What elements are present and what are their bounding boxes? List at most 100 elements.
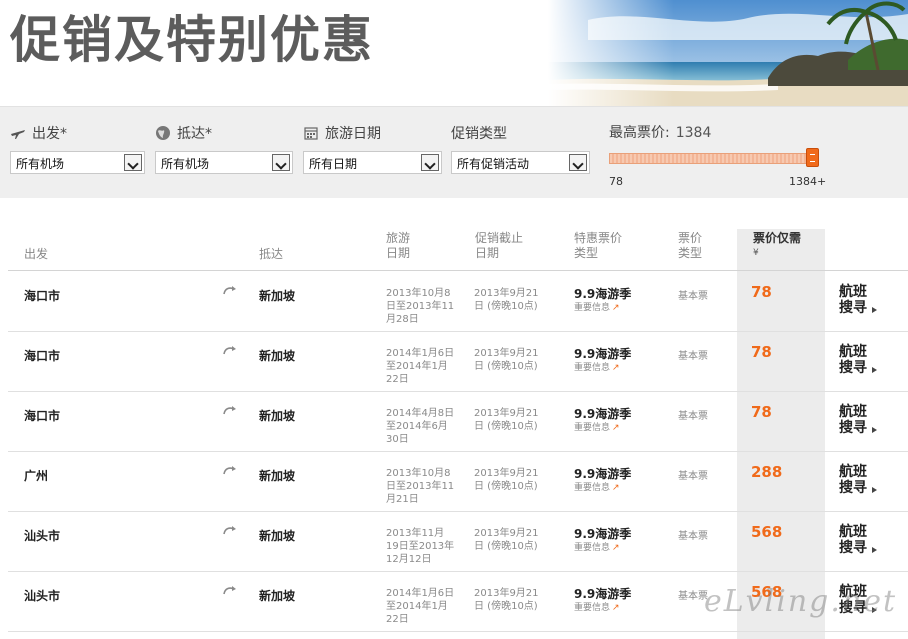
filter-destination-label: 抵达* (177, 126, 212, 142)
row-travel-date: 2013年10月8日至2013年11月28日 (386, 288, 455, 325)
promo-type-select[interactable]: 所有促销活动 (451, 151, 590, 174)
beach-banner-image (548, 0, 908, 106)
promotions-table: 出发 抵达 旅游 日期 促销截止 日期 特惠票价 类型 票价 类型 票价仅需 ¥… (0, 198, 908, 639)
external-arrow-icon: ↗ (612, 363, 620, 373)
important-info-link[interactable]: 重要信息 ↗ (574, 542, 631, 555)
row-origin: 汕头市 (24, 589, 61, 603)
filter-promo-type-label: 促销类型 (451, 126, 507, 142)
globe-icon (156, 126, 170, 140)
header-origin: 出发 (24, 247, 49, 261)
row-price: 78 (751, 343, 772, 361)
important-info-link[interactable]: 重要信息 ↗ (574, 302, 631, 315)
row-promo-name: 9.9海游季 (574, 347, 632, 361)
promo-type-select-value: 所有促销活动 (457, 157, 530, 171)
filter-bar: 出发* 所有机场 抵达* 所有机场 旅游日期 所有日期 促销类型 所有促销活动 … (0, 106, 908, 198)
row-destination: 新加坡 (259, 469, 296, 483)
header-destination: 抵达 (259, 247, 284, 261)
chevron-down-icon[interactable] (421, 154, 439, 171)
price-slider-track[interactable] (609, 153, 817, 164)
header-deadline: 促销截止 日期 (475, 231, 524, 260)
arrow-right-icon (872, 367, 877, 373)
row-destination: 新加坡 (259, 589, 296, 603)
calendar-icon (304, 127, 318, 140)
route-arrow-icon (223, 526, 236, 535)
chevron-down-icon[interactable] (272, 154, 290, 171)
row-price: 568 (751, 523, 783, 541)
row-fare-type: 基本票 (678, 411, 708, 422)
max-price-label: 最高票价: (609, 125, 670, 141)
route-arrow-icon (223, 466, 236, 475)
table-row: 广州 新加坡 2013年10月8日至2013年11月21日 2013年9月21日… (8, 452, 908, 512)
header-travel-date: 旅游 日期 (386, 231, 411, 260)
filter-travel-date-label: 旅游日期 (325, 126, 381, 142)
row-promo-name: 9.9海游季 (574, 287, 632, 301)
max-price-value: 1384 (675, 125, 712, 141)
row-promo-type: 9.9海游季 重要信息 ↗ (574, 347, 631, 375)
row-promo-name: 9.9海游季 (574, 407, 632, 421)
external-arrow-icon: ↗ (612, 303, 620, 313)
row-deadline: 2013年9月21日 (傍晚10点) (474, 408, 539, 432)
plane-icon (11, 130, 25, 139)
row-promo-type: 9.9海游季 重要信息 ↗ (574, 467, 631, 495)
flight-search-button[interactable]: 航班搜寻 (839, 524, 879, 556)
destination-select[interactable]: 所有机场 (155, 151, 293, 174)
row-promo-name: 9.9海游季 (574, 587, 632, 601)
chevron-down-icon[interactable] (569, 154, 587, 171)
row-origin: 海口市 (24, 409, 61, 423)
row-destination: 新加坡 (259, 289, 296, 303)
header-price-unit: ¥ (753, 248, 759, 258)
price-slider-min: 78 (609, 175, 623, 188)
important-info-link[interactable]: 重要信息 ↗ (574, 362, 631, 375)
row-deadline: 2013年9月21日 (傍晚10点) (474, 528, 539, 552)
route-arrow-icon (223, 406, 236, 415)
row-promo-name: 9.9海游季 (574, 527, 632, 541)
flight-search-button[interactable]: 航班搜寻 (839, 344, 879, 376)
row-promo-name: 9.9海游季 (574, 467, 632, 481)
header-fare-type: 票价 类型 (678, 231, 703, 260)
flight-search-button[interactable]: 航班搜寻 (839, 284, 879, 316)
flight-search-button[interactable]: 航班搜寻 (839, 464, 879, 496)
arrow-right-icon (872, 547, 877, 553)
row-fare-type: 基本票 (678, 531, 708, 542)
row-promo-type: 9.9海游季 重要信息 ↗ (574, 407, 631, 435)
travel-date-select[interactable]: 所有日期 (303, 151, 442, 174)
row-price: 288 (751, 463, 783, 481)
origin-select-value: 所有机场 (16, 157, 65, 171)
table-row: 汕头市 新加坡 2013年11月19日至2013年12月12日 2013年9月2… (8, 512, 908, 572)
destination-select-value: 所有机场 (161, 157, 210, 171)
row-travel-date: 2014年1月6日至2014年1月22日 (386, 348, 455, 385)
header: 促销及特别优惠 (0, 0, 908, 106)
arrow-right-icon (872, 487, 877, 493)
external-arrow-icon: ↗ (612, 603, 620, 613)
table-row: 海口市 新加坡 2014年1月6日至2014年1月22日 2013年9月21日 … (8, 332, 908, 392)
flight-search-button[interactable]: 航班搜寻 (839, 404, 879, 436)
max-price-filter: 最高票价: 1384 78 1384+ (609, 123, 826, 188)
row-fare-type: 基本票 (678, 351, 708, 362)
row-origin: 海口市 (24, 289, 61, 303)
table-row: 海口市 新加坡 2013年10月8日至2013年11月28日 2013年9月21… (8, 272, 908, 332)
filter-promo-type: 促销类型 所有促销活动 (451, 123, 590, 174)
filter-origin: 出发* 所有机场 (10, 123, 145, 174)
external-arrow-icon: ↗ (612, 423, 620, 433)
origin-select[interactable]: 所有机场 (10, 151, 145, 174)
header-promo-type: 特惠票价 类型 (574, 231, 623, 260)
important-info-link[interactable]: 重要信息 ↗ (574, 602, 631, 615)
row-promo-type: 9.9海游季 重要信息 ↗ (574, 287, 631, 315)
arrow-right-icon (872, 307, 877, 313)
chevron-down-icon[interactable] (124, 154, 142, 171)
row-travel-date: 2013年11月19日至2013年12月12日 (386, 528, 455, 565)
row-destination: 新加坡 (259, 409, 296, 423)
row-promo-type: 9.9海游季 重要信息 ↗ (574, 587, 631, 615)
price-slider-handle[interactable] (806, 148, 819, 167)
row-deadline: 2013年9月21日 (傍晚10点) (474, 468, 539, 492)
row-fare-type: 基本票 (678, 471, 708, 482)
route-arrow-icon (223, 586, 236, 595)
important-info-link[interactable]: 重要信息 ↗ (574, 482, 631, 495)
row-origin: 广州 (24, 469, 49, 483)
filter-origin-label: 出发* (32, 126, 67, 142)
table-row: 海口市 新加坡 2014年4月8日至2014年6月30日 2013年9月21日 … (8, 392, 908, 452)
row-destination: 新加坡 (259, 529, 296, 543)
row-price: 78 (751, 403, 772, 421)
row-deadline: 2013年9月21日 (傍晚10点) (474, 348, 539, 372)
important-info-link[interactable]: 重要信息 ↗ (574, 422, 631, 435)
